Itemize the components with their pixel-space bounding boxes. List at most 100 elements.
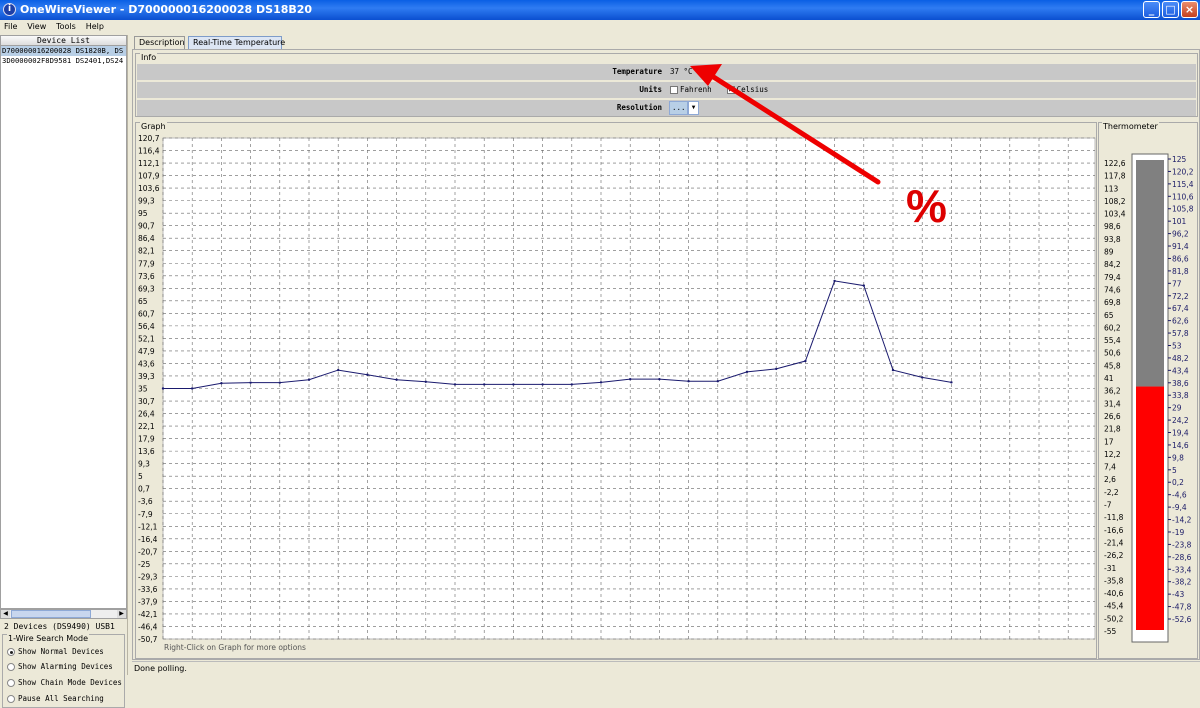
data-point [307,378,311,381]
thermometer-left-tick: 45,8 [1104,361,1121,370]
y-tick-label: 86,4 [138,234,155,243]
device-list-item[interactable]: 3D0000002F8D9581 DS2401,DS24 [1,56,126,66]
info-group: Info Temperature 37 °C Units Fahrenh ✓ Ce… [135,53,1198,117]
thermometer-left-tick: 36,2 [1104,387,1121,396]
thermometer-left-tick: -7 [1104,501,1112,510]
data-point [453,383,457,386]
menu-help[interactable]: Help [82,20,107,34]
radio-show-chain[interactable]: Show Chain Mode Devices [7,677,122,689]
scroll-thumb[interactable] [11,610,91,618]
y-tick-label: 43,6 [138,359,155,368]
y-tick-label: -3,6 [138,497,153,506]
thermometer-right-tick: 19,4 [1172,429,1189,438]
thermometer-left-tick: 69,8 [1104,298,1121,307]
thermometer-right-tick: 77 [1172,279,1182,288]
y-tick-label: 112,1 [138,159,160,168]
thermometer-right-tick: -28,6 [1172,553,1192,562]
temperature-graph[interactable]: 120,7 116,4 112,1 107,9 103,6 99,3 95 90,7 86,4 8… [136,123,1098,660]
thermometer-right-tick: -9,4 [1172,503,1187,512]
thermometer-left-tick: -26,2 [1104,551,1124,560]
thermometer-left-tick: 117,8 [1104,172,1126,181]
thermometer-left-tick: 31,4 [1104,399,1121,408]
thermometer-right-tick: -19 [1172,528,1184,537]
maximize-button[interactable]: □ [1162,1,1179,18]
tab-description[interactable]: Description [134,36,185,49]
y-tick-label: 5 [138,472,143,481]
radio-selected-icon [7,648,15,656]
thermometer-left-tick: 122,6 [1104,159,1126,168]
radio-show-alarming[interactable]: Show Alarming Devices [7,661,113,673]
thermometer-left-tick: 50,6 [1104,349,1121,358]
celsius-checkbox[interactable]: ✓ [726,86,735,94]
device-list-item[interactable]: D700000016200028 DS1820B, DS [1,46,126,56]
thermometer-right-tick: 67,4 [1172,304,1189,313]
data-point [629,377,632,381]
menu-tools[interactable]: Tools [52,20,79,34]
thermometer-right-tick: 14,6 [1172,441,1189,450]
y-tick-label: 39,3 [138,372,155,381]
thermometer-right-tick: 24,2 [1172,416,1189,425]
resolution-select[interactable]: ... ▼ [669,100,699,116]
thermometer-left-tick: 65 [1104,311,1114,320]
temperature-label: Temperature [612,67,662,76]
thermometer-left-tick: -21,4 [1104,538,1124,547]
thermometer-right-tick: 110,6 [1172,192,1194,201]
data-point [833,279,836,283]
scroll-right-icon[interactable]: ▶ [117,610,126,618]
menu-view[interactable]: View [23,20,49,34]
fahrenheit-label: Fahrenh [680,85,712,94]
data-point [804,359,807,363]
thermometer-right-tick: 86,6 [1172,254,1189,263]
device-list[interactable]: D700000016200028 DS1820B, DS 3D0000002F8… [0,46,127,609]
y-tick-label: 9,3 [138,460,150,469]
data-point [658,377,661,381]
y-tick-label: 47,9 [138,347,155,356]
thermometer-right-tick: 53 [1172,341,1182,350]
thermometer-right-tick: 91,4 [1172,242,1189,251]
minimize-button[interactable]: _ [1143,1,1160,18]
thermometer-left-tick: -55 [1104,627,1116,636]
thermometer-left-tick: -16,6 [1104,526,1124,535]
radio-icon [7,663,15,671]
y-tick-label: 95 [138,209,148,218]
close-button[interactable]: × [1181,1,1198,18]
y-tick-label: 99,3 [138,197,155,206]
thermometer-right-tick: 33,8 [1172,391,1189,400]
y-tick-label: -42,1 [138,610,158,619]
thermometer-right-tick: 62,6 [1172,317,1189,326]
temperature-row: Temperature 37 °C [137,64,1196,80]
temperature-value: 37 °C [670,67,693,76]
scroll-left-icon[interactable]: ◀ [1,610,10,618]
thermometer-right-tick: 38,6 [1172,379,1189,388]
thermometer-left-tick: 108,2 [1104,197,1126,206]
thermometer-left-tick: 74,6 [1104,285,1121,294]
radio-pause-searching[interactable]: Pause All Searching [7,693,104,705]
thermometer-left-tick: 26,6 [1104,412,1121,421]
thermometer-right-tick: 72,2 [1172,292,1189,301]
thermometer-left-tick: -31 [1104,564,1116,573]
data-point [775,367,778,371]
window-title: OneWireViewer - D700000016200028 DS18B20 [20,3,313,16]
tab-real-time-temperature[interactable]: Real-Time Temperature [188,36,285,49]
y-tick-label: 116,4 [138,147,160,156]
chevron-down-icon[interactable]: ▼ [688,101,699,115]
info-icon: i [3,3,16,16]
data-point [570,383,573,386]
thermometer-right-tick: -38,2 [1172,578,1192,587]
menu-file[interactable]: File [0,20,20,34]
thermometer-left-tick: -50,2 [1104,614,1124,623]
thermometer-right-tick: 120,2 [1172,167,1194,176]
y-tick-label: -50,7 [138,635,158,644]
data-point [424,380,427,383]
device-list-scrollbar[interactable]: ◀ ▶ [0,609,127,619]
y-tick-label: 0,7 [138,485,150,494]
thermometer-left-tick: -45,4 [1104,602,1124,611]
radio-show-normal[interactable]: Show Normal Devices [7,646,104,658]
thermometer-left-tick: 113 [1104,184,1119,193]
thermometer-left-tick: 93,8 [1104,235,1121,244]
y-tick-label: -20,7 [138,547,158,556]
y-tick-label: -7,9 [138,510,153,519]
y-tick-label: 52,1 [138,334,155,343]
fahrenheit-checkbox[interactable] [670,86,678,94]
data-point [337,368,340,372]
